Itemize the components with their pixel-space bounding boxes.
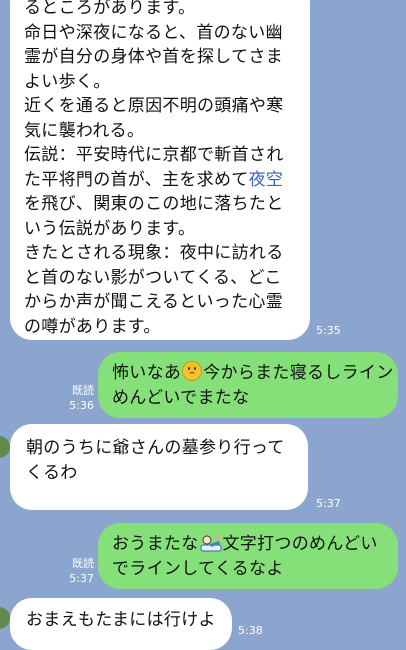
avatar[interactable]: [0, 607, 10, 629]
message-timestamp: 5:35: [316, 324, 341, 337]
message-timestamp: 5:37: [69, 572, 94, 585]
message-line: と首のない影がついてくる、どこ: [24, 267, 282, 288]
person-lying-sticker-icon: [200, 535, 221, 552]
outgoing-message-bubble[interactable]: 怖いなあ 今からまた寝るしライン めんどいでまたな: [98, 352, 398, 418]
message-timestamp: 5:37: [316, 497, 341, 510]
message-line: るところがあります。: [24, 0, 196, 18]
message-line: 命日や深夜になると、首のない幽: [24, 22, 283, 43]
incoming-message-bubble[interactable]: 朝のうちに爺さんの墓参り行って くるわ: [10, 424, 308, 510]
message-timestamp: 5:36: [69, 399, 94, 412]
message-timestamp: 5:38: [238, 624, 263, 637]
incoming-message-bubble[interactable]: おまえもたまには行けよ: [10, 598, 232, 650]
incoming-message-bubble[interactable]: るところがあります。 命日や深夜になると、首のない幽 霊が自分の身体や首を探して…: [10, 0, 310, 340]
worried-face-icon: [182, 361, 203, 381]
message-line: からか声が聞こえるといった心霊: [24, 292, 283, 312]
message-line: の噂があります。: [24, 316, 161, 337]
message-line: 伝説：平安時代に京都で斬首され: [24, 145, 284, 165]
message-line: いう伝説があります。: [24, 218, 196, 239]
message-line: 朝のうちに爺さんの墓参り行って: [26, 438, 285, 458]
message-line: めんどいでまたな: [112, 387, 250, 408]
message-line: 気に襲われる。: [24, 120, 145, 141]
avatar[interactable]: [0, 436, 10, 458]
message-line: よい歩く。: [24, 71, 111, 92]
read-receipt: 既読: [72, 384, 94, 397]
message-line: きたとされる現象：夜中に訪れる: [24, 243, 284, 263]
message-line: 霊が自分の身体や首を探してさま: [24, 47, 283, 67]
message-line: を飛び、関東のこの地に落ちたと: [24, 194, 284, 214]
message-link[interactable]: 夜空: [249, 170, 284, 190]
message-line: た平将門の首が、主を求めて夜空: [24, 169, 284, 190]
read-receipt: 既読: [72, 557, 94, 570]
outgoing-message-bubble[interactable]: おうまたな 文字打つのめんどい でラインしてくるなよ: [98, 523, 398, 589]
message-line: くるわ: [26, 462, 78, 483]
message-line: でラインしてくるなよ: [112, 558, 284, 579]
message-line: 怖いなあ 今からまた寝るしライン: [112, 361, 394, 383]
message-line: おまえもたまには行けよ: [26, 610, 216, 630]
message-line: 近くを通ると原因不明の頭痛や寒: [24, 96, 284, 116]
message-line: おうまたな 文字打つのめんどい: [112, 534, 378, 554]
